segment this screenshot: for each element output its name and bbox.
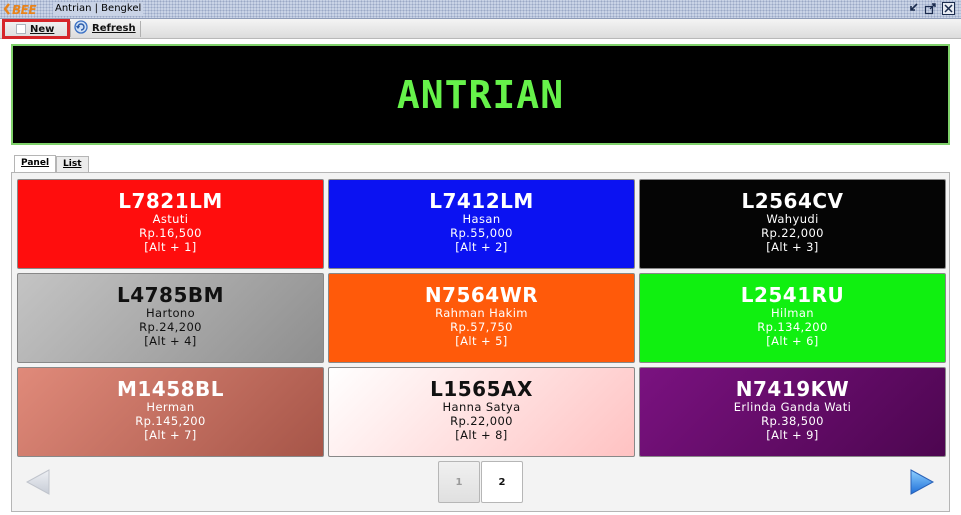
- queue-grid: L7821LM Astuti Rp.16,500 [Alt + 1] L7412LM Ha…: [17, 179, 946, 457]
- card-amount: Rp.145,200: [135, 414, 206, 428]
- card-amount: Rp.57,750: [450, 320, 513, 334]
- minimize-icon[interactable]: [906, 2, 919, 15]
- card-shortcut: [Alt + 2]: [455, 240, 508, 254]
- card-customer-name: Hasan: [462, 212, 501, 226]
- page-button-2[interactable]: 2: [481, 461, 523, 503]
- card-plate-number: N7564WR: [424, 283, 539, 307]
- card-plate-number: M1458BL: [116, 377, 225, 401]
- card-plate-number: L7821LM: [118, 189, 223, 213]
- card-plate-number: N7419KW: [735, 377, 850, 401]
- display-text: ANTRIAN: [396, 72, 565, 117]
- card-customer-name: Erlinda Ganda Wati: [733, 400, 852, 414]
- card-amount: Rp.38,500: [761, 414, 824, 428]
- toolbar-separator: [70, 21, 71, 37]
- refresh-icon: [74, 20, 88, 37]
- tab-label: List: [63, 159, 82, 169]
- card-amount: Rp.16,500: [139, 226, 202, 240]
- card-plate-number: L2564CV: [741, 189, 844, 213]
- card-customer-name: Astuti: [152, 212, 189, 226]
- window-title: Antrian | Bengkel: [53, 2, 144, 16]
- queue-card[interactable]: L2541RU Hilman Rp.134,200 [Alt + 6]: [639, 273, 946, 363]
- card-plate-number: L7412LM: [429, 189, 534, 213]
- card-shortcut: [Alt + 3]: [766, 240, 819, 254]
- queue-card[interactable]: L2564CV Wahyudi Rp.22,000 [Alt + 3]: [639, 179, 946, 269]
- card-customer-name: Hanna Satya: [442, 400, 521, 414]
- card-shortcut: [Alt + 1]: [144, 240, 197, 254]
- card-plate-number: L4785BM: [116, 283, 225, 307]
- card-shortcut: [Alt + 9]: [766, 428, 819, 442]
- card-customer-name: Hartono: [145, 306, 196, 320]
- card-shortcut: [Alt + 5]: [455, 334, 508, 348]
- close-icon[interactable]: [942, 2, 955, 15]
- card-amount: Rp.134,200: [757, 320, 828, 334]
- prev-page-button[interactable]: [23, 467, 53, 497]
- card-customer-name: Rahman Hakim: [435, 306, 528, 320]
- tab-panel[interactable]: Panel: [14, 155, 57, 173]
- window-titlebar: BEE Antrian | Bengkel: [0, 0, 961, 19]
- svg-text:BEE: BEE: [12, 3, 37, 17]
- card-shortcut: [Alt + 8]: [455, 428, 508, 442]
- queue-card[interactable]: L1565AX Hanna Satya Rp.22,000 [Alt + 8]: [328, 367, 635, 457]
- card-customer-name: Wahyudi: [766, 212, 819, 226]
- arrow-right-icon: [910, 469, 935, 495]
- queue-card[interactable]: L7412LM Hasan Rp.55,000 [Alt + 2]: [328, 179, 635, 269]
- queue-display-banner: ANTRIAN: [11, 44, 950, 145]
- card-plate-number: L2541RU: [740, 283, 845, 307]
- card-amount: Rp.24,200: [139, 320, 202, 334]
- card-amount: Rp.55,000: [450, 226, 513, 240]
- refresh-button-label: Refresh: [92, 23, 136, 34]
- card-plate-number: L1565AX: [430, 377, 533, 401]
- new-button-label: New: [30, 23, 55, 35]
- tab-label: Panel: [21, 158, 50, 168]
- queue-card[interactable]: N7419KW Erlinda Ganda Wati Rp.38,500 [Alt +…: [639, 367, 946, 457]
- tab-bar: Panel List: [14, 155, 89, 173]
- queue-card[interactable]: L7821LM Astuti Rp.16,500 [Alt + 1]: [17, 179, 324, 269]
- card-customer-name: Hilman: [771, 306, 814, 320]
- card-customer-name: Herman: [146, 400, 195, 414]
- app-logo: BEE: [3, 1, 47, 17]
- arrow-left-icon: [25, 469, 50, 495]
- queue-panel: L7821LM Astuti Rp.16,500 [Alt + 1] L7412LM Ha…: [11, 172, 950, 512]
- pagination: 1 2: [438, 461, 523, 503]
- queue-card[interactable]: L4785BM Hartono Rp.24,200 [Alt + 4]: [17, 273, 324, 363]
- refresh-button[interactable]: Refresh: [74, 20, 140, 37]
- queue-card[interactable]: N7564WR Rahman Hakim Rp.57,750 [Alt + 5]: [328, 273, 635, 363]
- next-page-button[interactable]: [907, 467, 937, 497]
- maximize-icon[interactable]: [924, 2, 937, 15]
- card-shortcut: [Alt + 7]: [144, 428, 197, 442]
- card-amount: Rp.22,000: [761, 226, 824, 240]
- card-shortcut: [Alt + 6]: [766, 334, 819, 348]
- new-icon: [16, 24, 26, 34]
- card-amount: Rp.22,000: [450, 414, 513, 428]
- tab-list[interactable]: List: [56, 156, 89, 173]
- toolbar-separator: [140, 21, 141, 37]
- queue-card[interactable]: M1458BL Herman Rp.145,200 [Alt + 7]: [17, 367, 324, 457]
- page-button-1[interactable]: 1: [438, 461, 480, 503]
- new-button[interactable]: New: [2, 19, 70, 39]
- card-shortcut: [Alt + 4]: [144, 334, 197, 348]
- toolbar: New Refresh: [0, 19, 961, 39]
